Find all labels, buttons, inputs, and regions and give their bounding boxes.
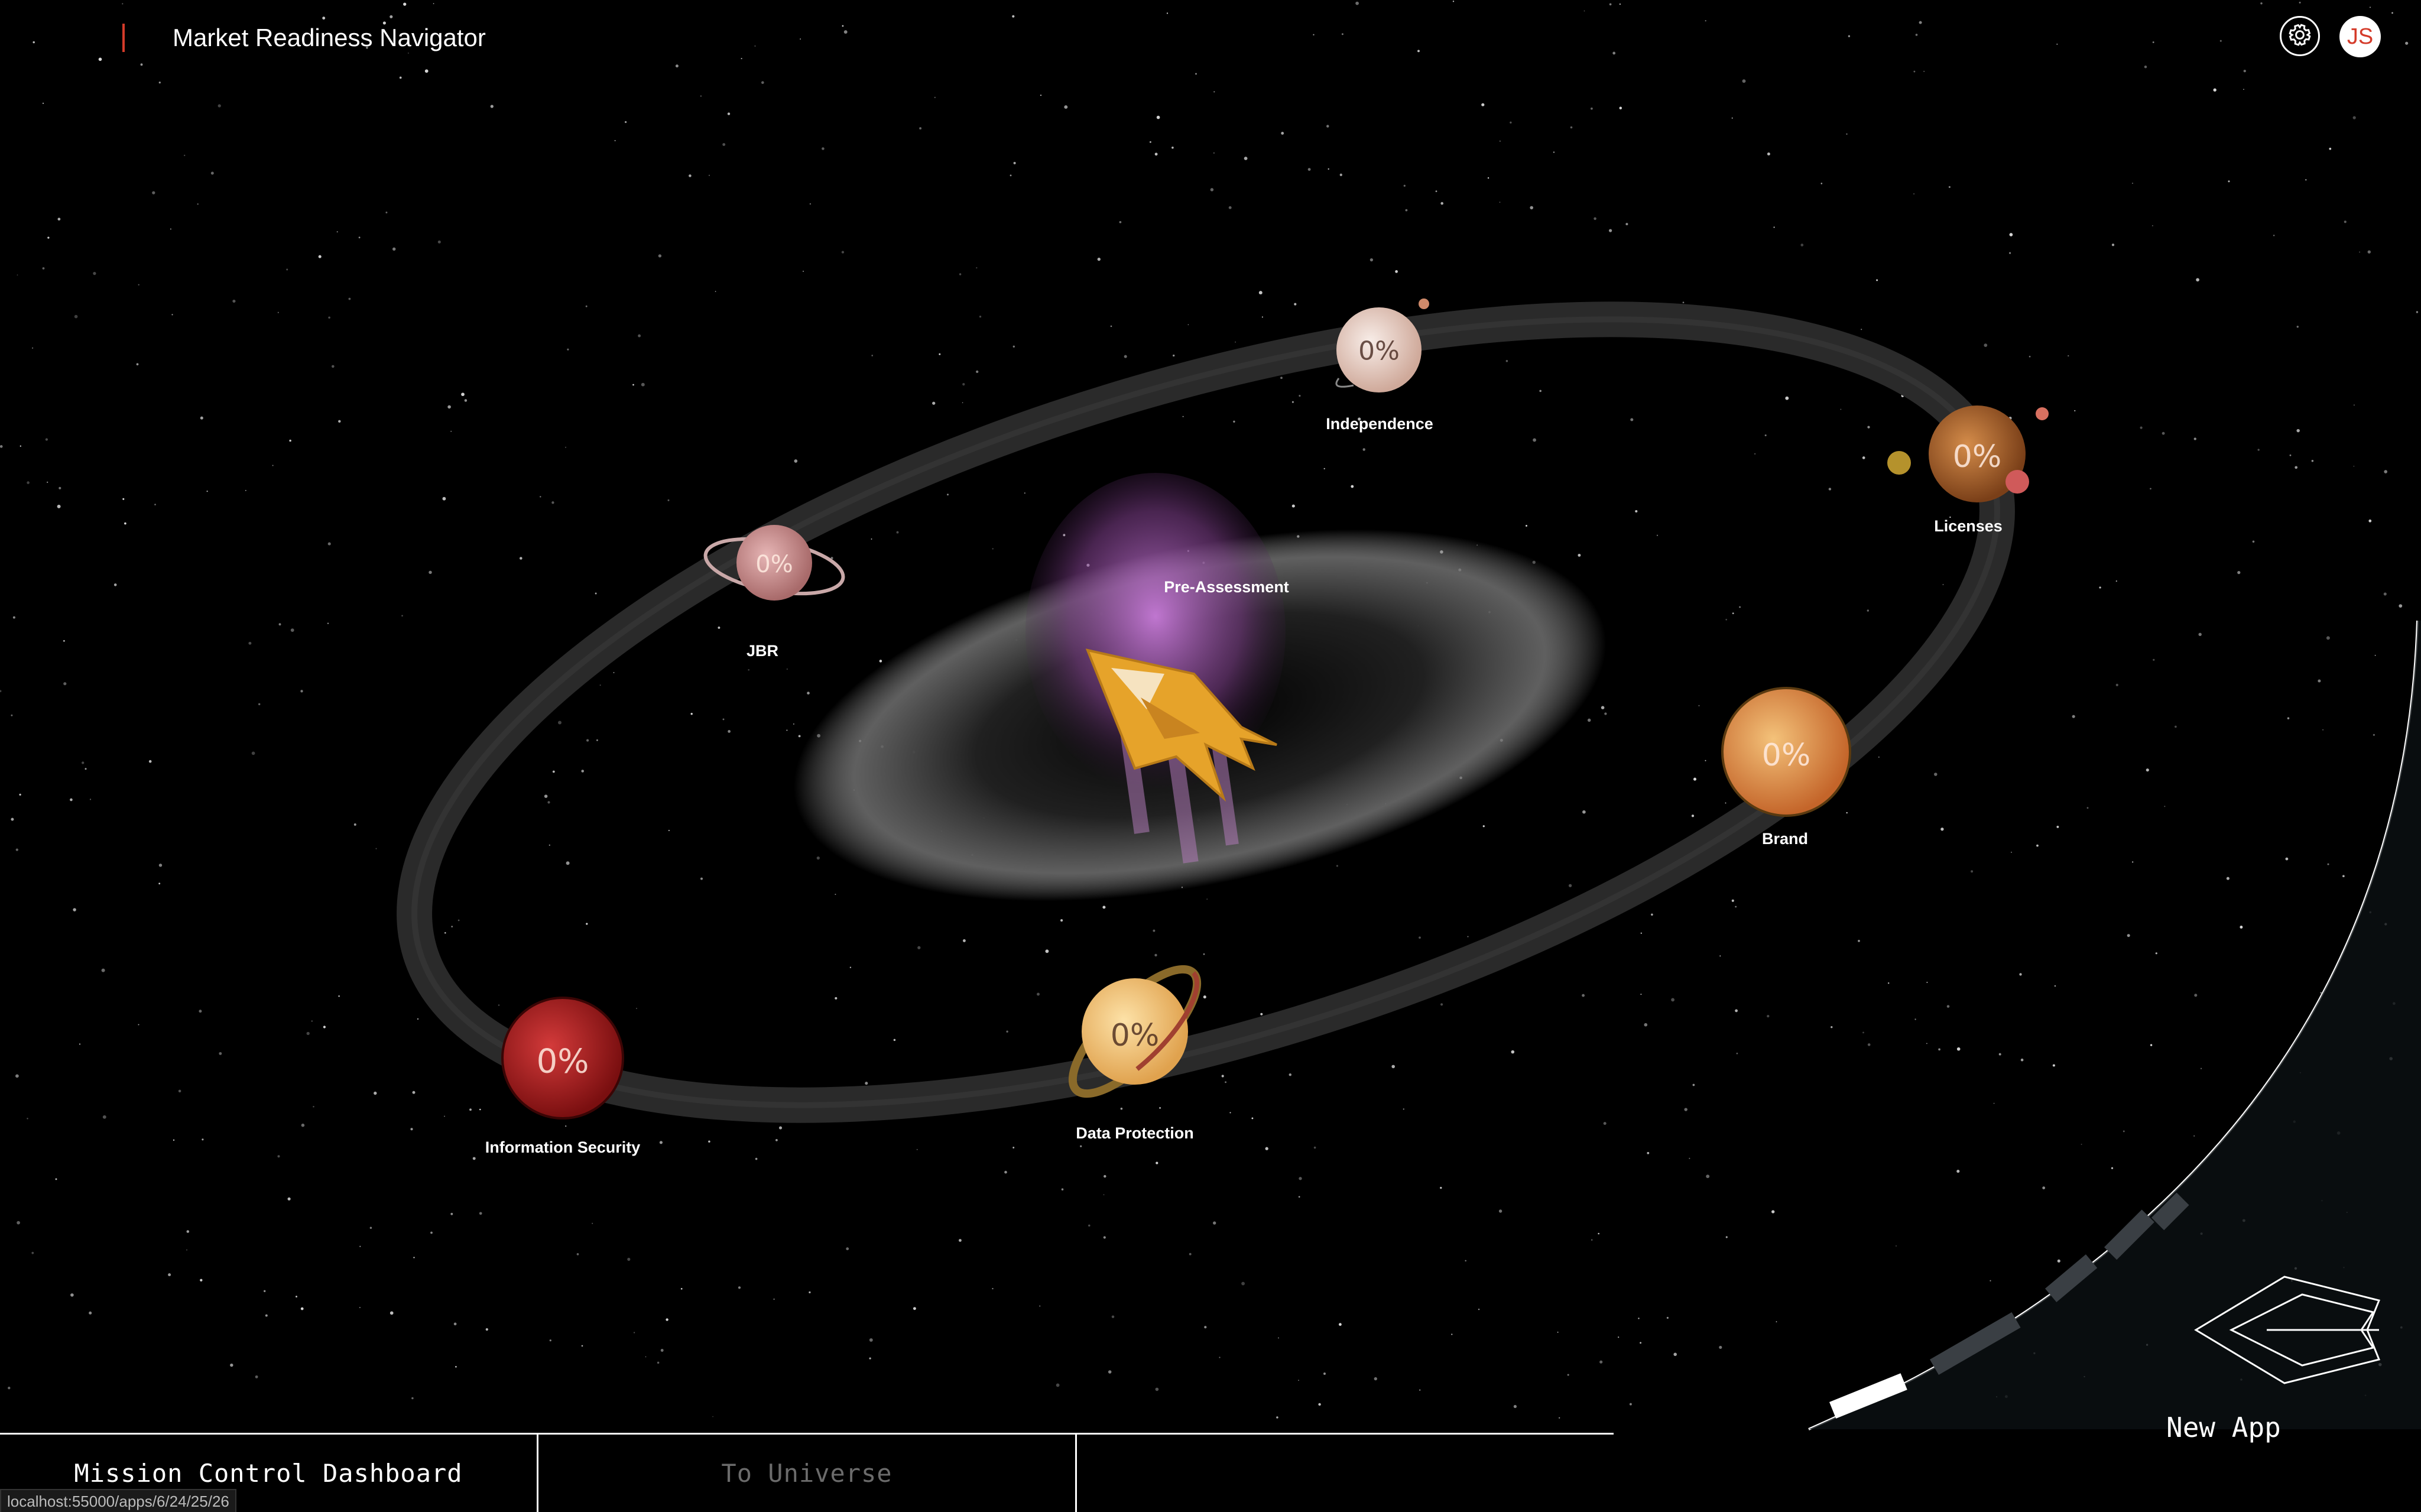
status-url: localhost:55000/apps/6/24/25/26 <box>0 1489 236 1512</box>
settings-button[interactable] <box>2280 16 2320 56</box>
planet-brand-progress: 0% <box>1761 738 1811 773</box>
planet-brand-label[interactable]: Brand <box>1762 830 1808 848</box>
universe-scene <box>0 1 2421 1430</box>
planet-data-protection-progress: 0% <box>1110 1018 1160 1053</box>
planet-data-protection-label[interactable]: Data Protection <box>1076 1124 1194 1143</box>
planet-independence-label[interactable]: Independence <box>1326 415 1433 433</box>
user-avatar[interactable]: JS <box>2339 16 2381 57</box>
app-title: Market Readiness Navigator <box>173 24 486 51</box>
planet-independence-progress: 0% <box>1358 336 1400 366</box>
planet-information-security-label[interactable]: Information Security <box>485 1138 641 1157</box>
to-universe-button[interactable]: To Universe <box>538 1435 1077 1512</box>
planet-licenses-progress: 0% <box>1952 439 2002 475</box>
planet-licenses-label[interactable]: Licenses <box>1934 517 2003 536</box>
planet-jbr-label[interactable]: JBR <box>747 642 778 660</box>
new-app-button[interactable]: New App <box>2166 1412 2281 1443</box>
planet-jbr-progress: 0% <box>755 551 793 578</box>
bottom-navigation: Mission Control Dashboard To Universe <box>0 1433 1614 1512</box>
gear-icon <box>2287 22 2313 51</box>
pre-assessment-label[interactable]: Pre-Assessment <box>1164 578 1289 596</box>
header-accent-bar <box>122 24 125 52</box>
bottom-bar-spacer <box>1077 1435 1614 1512</box>
planet-information-security-progress: 0% <box>536 1042 589 1081</box>
